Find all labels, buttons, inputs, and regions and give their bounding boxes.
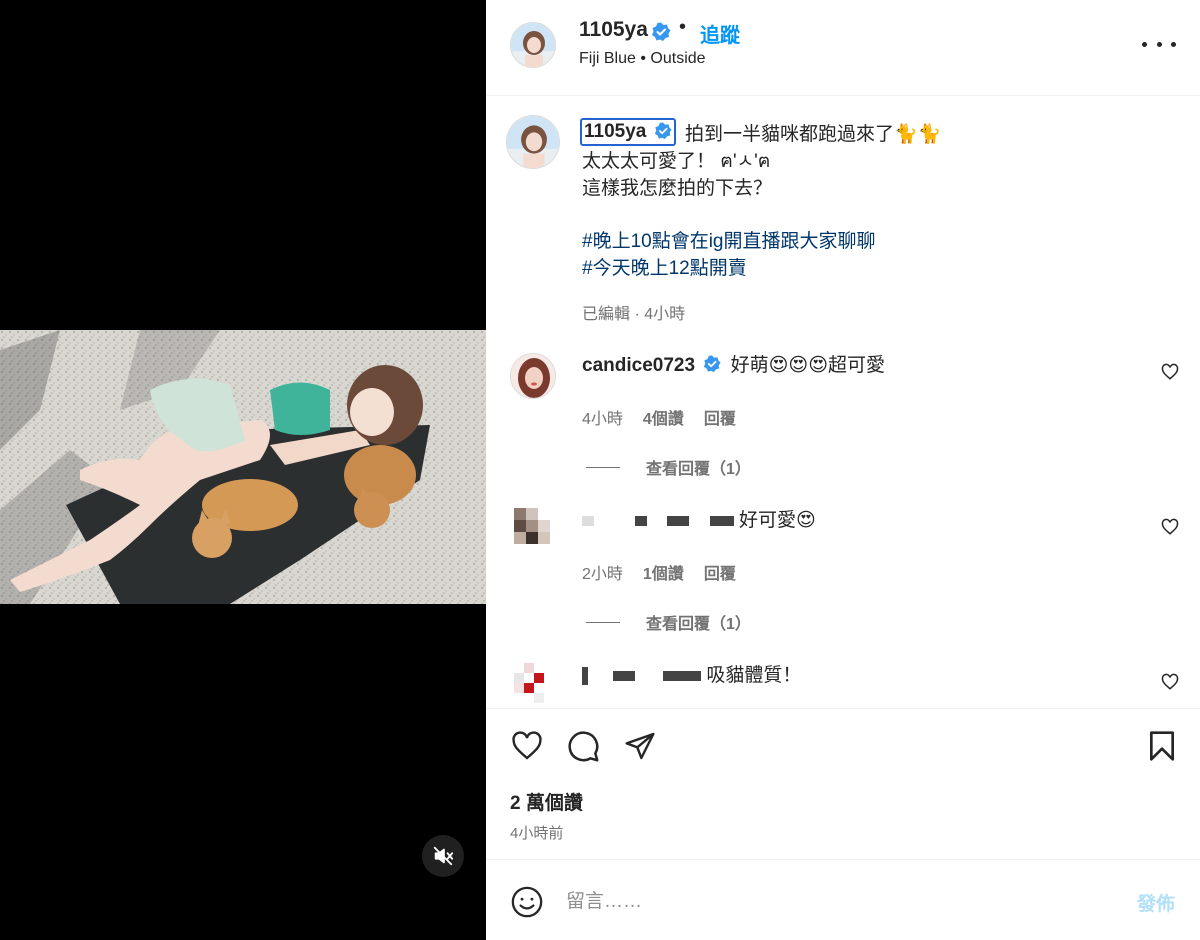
redacted-block bbox=[639, 670, 658, 681]
comment-composer: 發佈 bbox=[486, 861, 1200, 940]
comment-text: 吸貓體質！ bbox=[706, 665, 802, 686]
redacted-block bbox=[694, 515, 705, 526]
redacted-block bbox=[651, 515, 662, 526]
post-timestamp[interactable]: 4小時前 bbox=[510, 822, 563, 843]
author-username[interactable]: 1105ya bbox=[579, 18, 648, 42]
post-photo bbox=[0, 330, 486, 604]
caption-line: 太太太可愛了！ ฅ'ㅅ'ฅ bbox=[582, 151, 771, 172]
caption-author-avatar[interactable] bbox=[506, 115, 560, 169]
caption-text: 拍到一半貓咪都跑過來了🐈🐈 太太太可愛了！ ฅ'ㅅ'ฅ 這樣我怎麼拍的下去？ #… bbox=[582, 121, 1142, 282]
view-replies-label: 查看回覆（1） bbox=[646, 461, 751, 478]
comment-text: 好萌😍😍😍超可愛 bbox=[730, 355, 886, 376]
view-replies-button[interactable]: 查看回覆（1） bbox=[586, 610, 751, 634]
redacted-block bbox=[663, 670, 702, 681]
redacted-block bbox=[582, 666, 588, 685]
comment-item: 吸貓體質！ bbox=[486, 663, 1200, 708]
redacted-block bbox=[667, 515, 690, 526]
commenter-username[interactable]: candice0723 bbox=[582, 355, 695, 376]
redacted-block bbox=[582, 515, 594, 526]
header-separator: • bbox=[679, 16, 687, 38]
heart-icon[interactable] bbox=[1161, 518, 1179, 536]
redacted-block bbox=[634, 515, 647, 526]
redacted-block bbox=[709, 515, 734, 526]
post-comment-button[interactable]: 發佈 bbox=[1137, 889, 1175, 916]
like-heart-icon[interactable] bbox=[510, 730, 544, 762]
replies-divider bbox=[586, 466, 620, 468]
comment-input[interactable] bbox=[566, 885, 1106, 919]
post-header: 1105ya • 追蹤 Fiji Blue • Outside bbox=[486, 0, 1200, 96]
comment-likes[interactable]: 4個讚 bbox=[643, 405, 684, 429]
view-replies-button[interactable]: 查看回覆（1） bbox=[586, 455, 751, 479]
emoji-smiley-icon[interactable] bbox=[510, 885, 544, 919]
comment-bubble-icon[interactable] bbox=[567, 730, 600, 763]
post-actions: 2 萬個讚 4小時前 bbox=[486, 710, 1200, 860]
more-horizontal-icon bbox=[1142, 41, 1147, 47]
comment-body: 吸貓體質！ bbox=[582, 663, 801, 689]
commenter-avatar[interactable] bbox=[510, 353, 556, 399]
comment-text: 好可愛😍 bbox=[738, 510, 816, 531]
mute-toggle-button[interactable] bbox=[422, 835, 464, 877]
redacted-block bbox=[593, 670, 608, 681]
more-options-button[interactable] bbox=[1142, 32, 1176, 56]
comment-time[interactable]: 4小時 bbox=[582, 405, 623, 429]
comment-item: candice0723 好萌😍😍😍超可愛 4小時 4個讚 回覆 查看回覆（1） bbox=[486, 353, 1200, 508]
replies-divider bbox=[586, 621, 620, 623]
bookmark-icon[interactable] bbox=[1148, 730, 1176, 762]
caption-line: 拍到一半貓咪都跑過來了🐈🐈 bbox=[685, 124, 942, 145]
post-details-panel: 1105ya • 追蹤 Fiji Blue • Outside 1105ya 拍… bbox=[486, 0, 1200, 940]
likes-count[interactable]: 2 萬個讚 bbox=[510, 788, 583, 815]
view-replies-label: 查看回覆（1） bbox=[646, 616, 751, 633]
audio-track-link[interactable]: Fiji Blue • Outside bbox=[579, 50, 706, 68]
comment-body: candice0723 好萌😍😍😍超可愛 bbox=[582, 353, 885, 379]
heart-icon[interactable] bbox=[1161, 673, 1179, 691]
post-media[interactable] bbox=[0, 0, 486, 940]
caption-meta: 已編輯 · 4小時 bbox=[582, 306, 686, 323]
verified-badge-icon bbox=[704, 355, 721, 373]
redacted-block bbox=[599, 515, 630, 526]
share-send-icon[interactable] bbox=[624, 730, 656, 762]
hashtag-link[interactable]: #晚上10點會在ig開直播跟大家聊聊 bbox=[582, 228, 1142, 255]
follow-button[interactable]: 追蹤 bbox=[700, 19, 740, 48]
comment-meta: 2小時 1個讚 回覆 bbox=[582, 560, 736, 584]
comments-list[interactable]: 1105ya 拍到一半貓咪都跑過來了🐈🐈 太太太可愛了！ ฅ'ㅅ'ฅ 這樣我怎麼… bbox=[486, 97, 1200, 709]
comment-item: 好可愛😍 2小時 1個讚 回覆 查看回覆（1） bbox=[486, 508, 1200, 663]
reply-button[interactable]: 回覆 bbox=[704, 405, 736, 429]
comment-time[interactable]: 2小時 bbox=[582, 560, 623, 584]
author-avatar[interactable] bbox=[510, 22, 556, 68]
commenter-avatar[interactable] bbox=[510, 663, 556, 708]
comment-likes[interactable]: 1個讚 bbox=[643, 560, 684, 584]
redacted-block bbox=[612, 670, 635, 681]
caption-line: 這樣我怎麼拍的下去？ bbox=[582, 178, 773, 199]
volume-muted-icon bbox=[433, 846, 454, 866]
comment-meta: 4小時 4個讚 回覆 bbox=[582, 405, 736, 429]
heart-icon[interactable] bbox=[1161, 363, 1179, 381]
reply-button[interactable]: 回覆 bbox=[704, 560, 736, 584]
hashtag-link[interactable]: #今天晚上12點開賣 bbox=[582, 255, 1142, 282]
verified-badge-icon bbox=[652, 22, 671, 41]
comment-body: 好可愛😍 bbox=[582, 508, 816, 534]
commenter-avatar[interactable] bbox=[510, 508, 556, 554]
